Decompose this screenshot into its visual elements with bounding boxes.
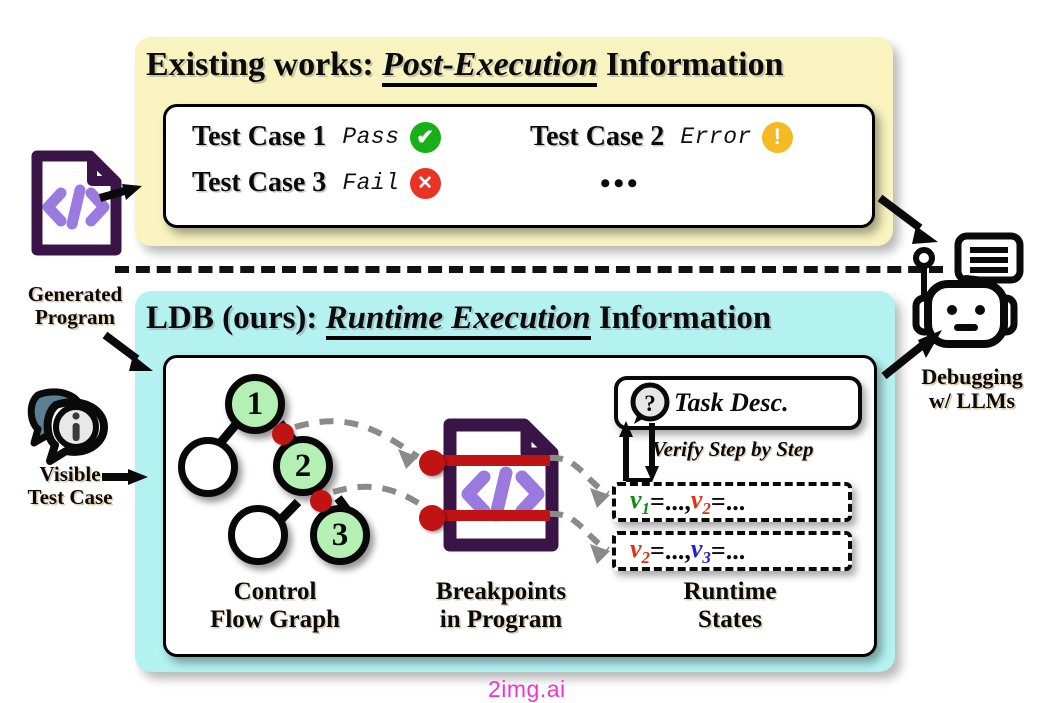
variable-name: v2 <box>690 484 711 519</box>
test-status-text: Pass <box>342 124 400 150</box>
test-status-text: Error <box>680 124 752 150</box>
variable-value: =..., <box>650 487 691 516</box>
program-breakpoint-dot-2[interactable] <box>419 505 445 531</box>
title-prefix: Existing works: <box>146 46 383 83</box>
test-case-label: Test Case 1 <box>192 121 327 152</box>
caption-control-flow-graph: Control Flow Graph <box>210 578 340 633</box>
caption-runtime-states: Runtime States <box>683 578 777 633</box>
test-status-text: Fail <box>342 170 400 196</box>
test-result-row: Test Case 3 Fail ✕ <box>192 167 441 199</box>
title-suffix: Information <box>597 46 784 83</box>
runtime-state-row: v1 =..., v2 =... <box>612 482 852 522</box>
title-emphasis: Post-Execution <box>382 46 598 87</box>
title-emphasis: Runtime Execution <box>325 300 591 340</box>
variable-name: v1 <box>630 484 651 519</box>
ldb-panel-title: LDB (ours): Runtime Execution Informatio… <box>146 300 772 340</box>
task-description-label: Task Desc. <box>674 388 789 417</box>
warning-icon: ! <box>761 121 793 153</box>
program-breakpoint-line-1 <box>428 455 550 466</box>
title-suffix: Information <box>590 300 772 336</box>
test-result-row: Test Case 2 Error ! <box>530 121 793 153</box>
watermark: 2img.ai <box>488 676 566 702</box>
cfg-node-label: 1 <box>246 385 264 422</box>
verify-step-label: Verify Step by Step <box>652 437 814 461</box>
cfg-node-blank-a[interactable] <box>178 437 238 497</box>
section-divider <box>115 266 943 273</box>
test-result-ellipsis-row: ••• <box>530 167 641 201</box>
caption-breakpoints-in-program: Breakpoints in Program <box>435 578 567 633</box>
cfg-node-blank-b[interactable] <box>228 505 288 565</box>
variable-value: =... <box>710 487 746 516</box>
cross-icon: ✕ <box>409 167 441 199</box>
program-breakpoint-dot-1[interactable] <box>419 450 445 476</box>
visible-test-case-icon <box>27 388 108 465</box>
post-execution-panel-title: Existing works: Post-Execution Informati… <box>146 46 784 87</box>
test-case-label: Test Case 2 <box>530 121 665 152</box>
arrow-tests-to-robot <box>877 194 938 244</box>
figure-canvas: Existing works: Post-Execution Informati… <box>0 0 1050 703</box>
runtime-state-row: v2 =..., v3 =... <box>612 531 852 571</box>
arrow-program-to-tests <box>98 184 142 202</box>
svg-text:?: ? <box>644 391 656 416</box>
generated-program-caption: Generated Program <box>27 282 123 329</box>
variable-name: v2 <box>630 533 651 568</box>
title-prefix: LDB (ours): <box>146 300 326 336</box>
variable-name: v3 <box>690 533 711 568</box>
variable-value: =... <box>710 536 746 565</box>
arrow-testcase-to-ldb <box>102 469 148 485</box>
ellipsis: ••• <box>600 167 641 200</box>
variable-value: =..., <box>650 536 691 565</box>
test-case-label: Test Case 3 <box>192 167 327 198</box>
arrow-into-ldb-panel <box>102 331 153 371</box>
check-icon: ✔ <box>409 121 441 153</box>
test-result-row: Test Case 1 Pass ✔ <box>192 121 441 153</box>
question-bubble-icon: ? <box>630 382 670 424</box>
program-document-icon <box>443 418 559 552</box>
arrow-ldb-to-robot <box>881 330 942 380</box>
program-breakpoint-line-2 <box>428 510 550 521</box>
